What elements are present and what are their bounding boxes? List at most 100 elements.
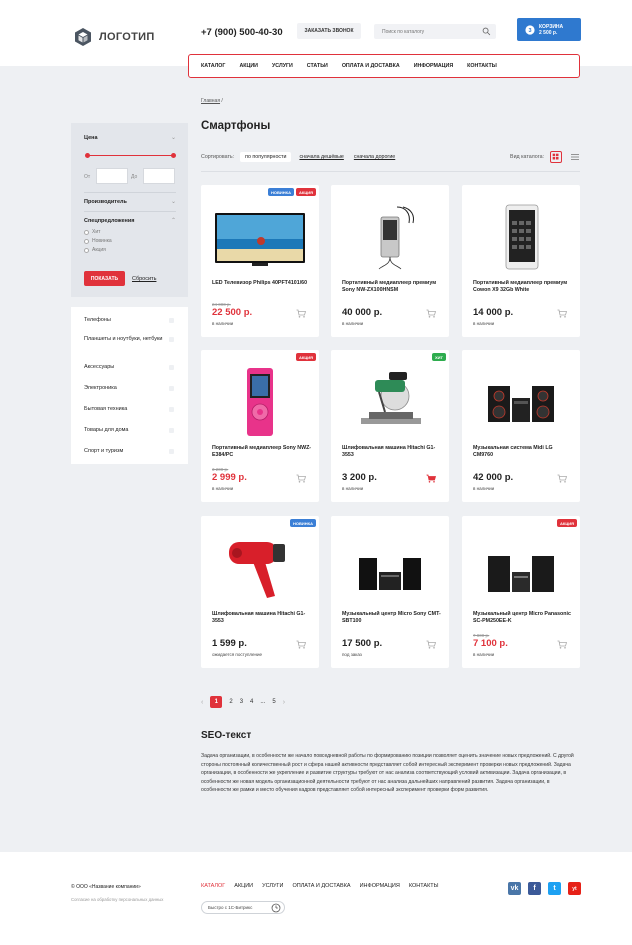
- nav-item-contacts[interactable]: КОНТАКТЫ: [467, 63, 497, 69]
- callback-button[interactable]: ЗАКАЗАТЬ ЗВОНОК: [297, 23, 361, 39]
- prev-page-icon[interactable]: ‹: [201, 699, 203, 706]
- vk-icon[interactable]: vk: [508, 882, 521, 895]
- add-to-cart-icon[interactable]: [296, 474, 306, 483]
- category-item[interactable]: Товары для дома: [84, 427, 184, 434]
- add-to-cart-icon[interactable]: [557, 640, 567, 649]
- radio-sale[interactable]: Акция: [84, 247, 106, 253]
- product-card[interactable]: АКЦИЯ Музыкальный центр Micro Panasonic …: [462, 516, 580, 668]
- list-view-icon[interactable]: [570, 152, 580, 162]
- product-name[interactable]: LED Телевизор Philips 40PFT4101/60: [212, 280, 312, 287]
- page-4[interactable]: 4: [250, 699, 253, 705]
- tv-image[interactable]: [209, 201, 311, 273]
- product-card[interactable]: ХИТ Шлифовальная машина Hitachi G1-3553 …: [331, 350, 449, 502]
- product-name[interactable]: Портативный медиаплеер премиум Sony NW-Z…: [342, 280, 442, 294]
- category-item[interactable]: Планшеты и ноутбуки, нетбуки: [84, 336, 174, 343]
- cart-icon: 3: [525, 24, 535, 35]
- nav-item-sales[interactable]: АКЦИИ: [239, 63, 258, 69]
- add-to-cart-icon[interactable]: [557, 474, 567, 483]
- category-item[interactable]: Аксессуары: [84, 364, 184, 371]
- page-1[interactable]: 1: [210, 696, 223, 708]
- add-to-cart-icon[interactable]: [426, 474, 436, 483]
- twitter-icon[interactable]: t: [548, 882, 561, 895]
- filter-maker-title[interactable]: Производитель: [84, 199, 127, 205]
- page-5[interactable]: 5: [272, 699, 275, 705]
- price-slider-max-handle[interactable]: [171, 153, 176, 158]
- add-to-cart-icon[interactable]: [296, 309, 306, 318]
- add-to-cart-icon[interactable]: [426, 309, 436, 318]
- badge-new: НОВИНКА: [268, 188, 294, 196]
- price-slider-track[interactable]: [87, 155, 173, 156]
- nav-item-info[interactable]: ИНФОРМАЦИЯ: [414, 63, 453, 69]
- radio-hit[interactable]: Хит: [84, 229, 100, 235]
- filter-price-title[interactable]: Цена: [84, 135, 98, 141]
- footer-nav-sales[interactable]: АКЦИИ: [234, 883, 253, 889]
- youtube-icon[interactable]: yt: [568, 882, 581, 895]
- search-icon[interactable]: [482, 27, 491, 36]
- add-to-cart-icon[interactable]: [557, 309, 567, 318]
- product-name[interactable]: Портативный медиаплеер премиум Cowon X9 …: [473, 280, 573, 294]
- show-button[interactable]: ПОКАЗАТЬ: [84, 271, 125, 286]
- product-name[interactable]: Музыкальный центр Micro Sony CMT-SBT100: [342, 611, 442, 625]
- product-name[interactable]: Шлифовальная машина Hitachi G1-3553: [212, 611, 312, 625]
- music-center-image[interactable]: [470, 532, 572, 604]
- chevron-down-icon[interactable]: ⌄: [171, 198, 176, 205]
- reset-link[interactable]: Сбросить: [132, 276, 156, 282]
- breadcrumb-home[interactable]: Главная: [201, 98, 220, 104]
- radio-new[interactable]: Новинка: [84, 238, 112, 244]
- product-name[interactable]: Музыкальный центр Micro Panasonic SC-PM2…: [473, 611, 573, 625]
- privacy-link[interactable]: Согласие на обработку персональных данны…: [71, 897, 163, 902]
- product-name[interactable]: Музыкальная система Midi LG CM9760: [473, 445, 573, 459]
- footer-nav-services[interactable]: УСЛУГИ: [262, 883, 283, 889]
- search-input[interactable]: [374, 24, 474, 39]
- facebook-icon[interactable]: f: [528, 882, 541, 895]
- filter-special-title[interactable]: Спецпредложения: [84, 218, 134, 224]
- product-card[interactable]: НОВИНКА АКЦИЯ LED Телевизор Philips 40PF…: [201, 185, 319, 337]
- footer-nav-catalog[interactable]: КАТАЛОГ: [201, 883, 225, 889]
- add-to-cart-icon[interactable]: [426, 640, 436, 649]
- media-player-image[interactable]: [209, 366, 311, 438]
- nav-item-articles[interactable]: СТАТЬИ: [307, 63, 328, 69]
- sort-expensive-first[interactable]: сначала дорогие: [352, 152, 397, 162]
- phone-number[interactable]: +7 (900) 500-40-30: [201, 27, 283, 38]
- logo[interactable]: ЛОГОТИП: [73, 27, 155, 47]
- footer-nav-info[interactable]: ИНФОРМАЦИЯ: [360, 883, 400, 889]
- speaker-system-image[interactable]: [470, 366, 572, 438]
- nav-item-catalog[interactable]: КАТАЛОГ: [201, 63, 225, 69]
- media-player-image[interactable]: [339, 201, 441, 273]
- price-slider-min-handle[interactable]: [85, 153, 90, 158]
- music-center-image[interactable]: [339, 532, 441, 604]
- category-item[interactable]: Телефоны: [84, 317, 184, 324]
- page-2[interactable]: 2: [229, 699, 232, 705]
- grid-view-icon[interactable]: [550, 151, 562, 163]
- category-item[interactable]: Бытовая техника: [84, 406, 184, 413]
- add-to-cart-icon[interactable]: [296, 640, 306, 649]
- product-card[interactable]: Портативный медиаплеер премиум Sony NW-Z…: [331, 185, 449, 337]
- product-name[interactable]: Портативный медиаплеер Sony NWZ-E384/PC: [212, 445, 312, 459]
- badge-sale: АКЦИЯ: [295, 188, 316, 196]
- media-player-image[interactable]: [470, 201, 572, 273]
- chevron-up-icon[interactable]: ⌃: [171, 217, 176, 224]
- page-3[interactable]: 3: [240, 699, 243, 705]
- product-card[interactable]: Музыкальная система Midi LG CM9760 42 00…: [462, 350, 580, 502]
- next-page-icon[interactable]: ›: [283, 699, 285, 706]
- category-item[interactable]: Спорт и туризм: [84, 448, 184, 455]
- chevron-down-icon[interactable]: ⌄: [171, 134, 176, 141]
- product-card[interactable]: Музыкальный центр Micro Sony CMT-SBT100 …: [331, 516, 449, 668]
- price-to-input[interactable]: [143, 168, 175, 184]
- footer-nav-delivery[interactable]: ОПЛАТА И ДОСТАВКА: [292, 883, 350, 889]
- product-card[interactable]: АКЦИЯ Портативный медиаплеер Sony NWZ-E3…: [201, 350, 319, 502]
- category-item[interactable]: Электроника: [84, 385, 184, 392]
- product-name[interactable]: Шлифовальная машина Hitachi G1-3553: [342, 445, 442, 459]
- footer-nav-contacts[interactable]: КОНТАКТЫ: [409, 883, 439, 889]
- hair-dryer-image[interactable]: [209, 532, 311, 604]
- bitrix-badge[interactable]: Быстро с 1С-Битрикс: [201, 901, 285, 914]
- nav-item-services[interactable]: УСЛУГИ: [272, 63, 293, 69]
- product-card[interactable]: НОВИНКА Шлифовальная машина Hitachi G1-3…: [201, 516, 319, 668]
- product-card[interactable]: Портативный медиаплеер премиум Cowon X9 …: [462, 185, 580, 337]
- sort-popular[interactable]: по популярности: [240, 152, 292, 162]
- sort-cheap-first[interactable]: сначала дешёвые: [297, 152, 345, 162]
- saw-image[interactable]: [339, 366, 441, 438]
- cart-button[interactable]: 3 КОРЗИНА 2 500 р.: [517, 18, 581, 41]
- price-from-input[interactable]: [96, 168, 128, 184]
- nav-item-delivery[interactable]: ОПЛАТА И ДОСТАВКА: [342, 63, 400, 69]
